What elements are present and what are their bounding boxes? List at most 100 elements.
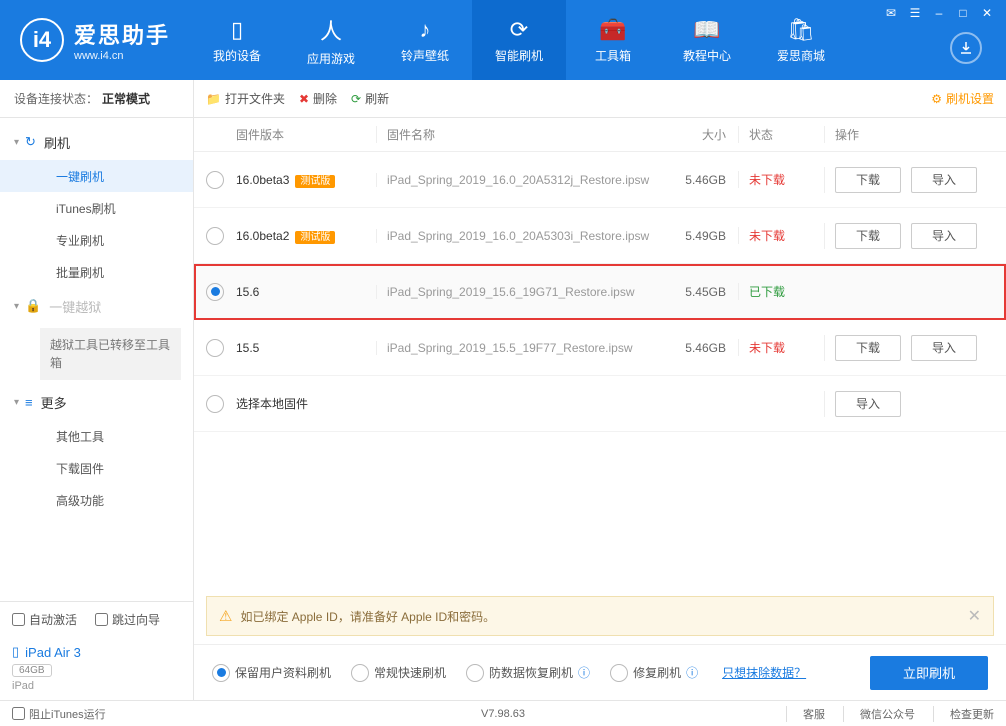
sidebar-cat-flash[interactable]: ▾ ↻ 刷机 [0, 124, 193, 160]
row-radio[interactable] [206, 283, 224, 301]
skip-guide-checkbox[interactable]: 跳过向导 [95, 611, 160, 628]
notice-close-icon[interactable]: ✕ [968, 606, 981, 626]
download-manager-icon[interactable] [950, 32, 982, 64]
th-version: 固件版本 [236, 126, 376, 143]
table-row[interactable]: 选择本地固件 导入 [194, 376, 1006, 432]
firmware-state: 未下载 [738, 171, 824, 188]
firmware-size: 5.49GB [660, 229, 738, 243]
minimize-icon[interactable]: – [928, 4, 950, 22]
nav-my-device[interactable]: ▯我的设备 [190, 0, 284, 80]
open-folder-button[interactable]: 📁打开文件夹 [206, 90, 285, 107]
table-header: 固件版本 固件名称 大小 状态 操作 [194, 118, 1006, 152]
block-itunes-checkbox[interactable]: 阻止iTunes运行 [12, 706, 106, 722]
feedback-icon[interactable]: ✉ [880, 4, 902, 22]
close-icon[interactable]: ✕ [976, 4, 998, 22]
firmware-size: 5.46GB [660, 341, 738, 355]
opt-keep-data[interactable]: 保留用户资料刷机 [212, 664, 331, 682]
firmware-version: 15.6 [236, 285, 259, 299]
import-button[interactable]: 导入 [911, 335, 977, 361]
import-button[interactable]: 导入 [911, 223, 977, 249]
download-button[interactable]: 下载 [835, 335, 901, 361]
firmware-state: 未下载 [738, 339, 824, 356]
refresh-button[interactable]: ⟳刷新 [351, 90, 389, 107]
erase-only-link[interactable]: 只想抹除数据？ [722, 664, 806, 681]
nav-ringtones[interactable]: ♪铃声壁纸 [378, 0, 472, 80]
table-row[interactable]: 15.6 iPad_Spring_2019_15.6_19G71_Restore… [194, 264, 1006, 320]
nav-flash[interactable]: ⟳智能刷机 [472, 0, 566, 80]
nav-tutorials[interactable]: 📖教程中心 [660, 0, 754, 80]
start-flash-button[interactable]: 立即刷机 [870, 656, 988, 690]
app-url: www.i4.cn [74, 50, 170, 62]
sidebar-item-other[interactable]: 其他工具 [0, 420, 193, 452]
chevron-down-icon: ▾ [14, 397, 19, 408]
sidebar-cat-more[interactable]: ▾ ≡ 更多 [0, 384, 193, 420]
flash-settings-button[interactable]: ⚙刷机设置 [931, 90, 994, 107]
delete-icon: ✖ [299, 92, 309, 106]
device-info[interactable]: ▯ iPad Air 3 64GB iPad [0, 636, 193, 700]
table-row[interactable]: 16.0beta2测试版 iPad_Spring_2019_16.0_20A53… [194, 208, 1006, 264]
row-radio[interactable] [206, 339, 224, 357]
phone-icon: ▯ [231, 17, 243, 43]
firmware-version: 15.5 [236, 341, 259, 355]
import-button[interactable]: 导入 [911, 167, 977, 193]
music-icon: ♪ [420, 17, 431, 43]
firmware-state: 已下载 [738, 283, 824, 300]
firmware-filename: iPad_Spring_2019_15.6_19G71_Restore.ipsw [376, 285, 660, 299]
warning-icon: ⚠ [219, 607, 232, 625]
row-radio[interactable] [206, 395, 224, 413]
sidebar-item-itunes[interactable]: iTunes刷机 [0, 192, 193, 224]
firmware-version: 16.0beta3 [236, 173, 289, 187]
row-radio[interactable] [206, 227, 224, 245]
flash-icon: ↻ [25, 134, 36, 150]
footer-support[interactable]: 客服 [786, 706, 825, 722]
firmware-version: 选择本地固件 [236, 397, 308, 411]
footer-update[interactable]: 检查更新 [933, 706, 994, 722]
toolbar: 📁打开文件夹 ✖删除 ⟳刷新 ⚙刷机设置 [194, 80, 1006, 118]
more-icon: ≡ [25, 395, 33, 410]
nav-apps[interactable]: 人应用游戏 [284, 0, 378, 80]
flash-options-bar: 保留用户资料刷机 常规快速刷机 防数据恢复刷机ⓘ 修复刷机ⓘ 只想抹除数据？ 立… [194, 644, 1006, 700]
auto-activate-checkbox[interactable]: 自动激活 [12, 611, 77, 628]
sidebar-item-batch[interactable]: 批量刷机 [0, 256, 193, 288]
appleid-notice: ⚠ 如已绑定 Apple ID，请准备好 Apple ID和密码。 ✕ [206, 596, 994, 636]
beta-tag: 测试版 [295, 175, 335, 188]
download-button[interactable]: 下载 [835, 167, 901, 193]
help-icon[interactable]: ⓘ [686, 664, 698, 681]
import-button[interactable]: 导入 [835, 391, 901, 417]
row-radio[interactable] [206, 171, 224, 189]
bag-icon: 🛍 [787, 17, 815, 43]
table-row[interactable]: 16.0beta3测试版 iPad_Spring_2019_16.0_20A53… [194, 152, 1006, 208]
toolbox-icon: 🧰 [599, 17, 626, 43]
th-name: 固件名称 [376, 126, 660, 143]
menu-icon[interactable]: ☰ [904, 4, 926, 22]
logo-area: i4 爱思助手 www.i4.cn [0, 0, 190, 80]
opt-anti-recover[interactable]: 防数据恢复刷机ⓘ [466, 664, 590, 682]
sidebar-item-pro[interactable]: 专业刷机 [0, 224, 193, 256]
delete-button[interactable]: ✖删除 [299, 90, 337, 107]
chevron-down-icon: ▾ [14, 137, 19, 148]
maximize-icon[interactable]: □ [952, 4, 974, 22]
download-button[interactable]: 下载 [835, 223, 901, 249]
sidebar-cat-jailbreak: ▾ 🔒 一键越狱 [0, 288, 193, 324]
firmware-size: 5.46GB [660, 173, 738, 187]
sidebar-item-advanced[interactable]: 高级功能 [0, 484, 193, 516]
th-size: 大小 [660, 126, 738, 143]
titlebar: i4 爱思助手 www.i4.cn ▯我的设备 人应用游戏 ♪铃声壁纸 ⟳智能刷… [0, 0, 1006, 80]
gear-icon: ⚙ [931, 92, 942, 106]
table-row[interactable]: 15.5 iPad_Spring_2019_15.5_19F77_Restore… [194, 320, 1006, 376]
opt-repair[interactable]: 修复刷机ⓘ [610, 664, 698, 682]
jailbreak-note: 越狱工具已转移至工具箱 [40, 328, 181, 380]
footer-wechat[interactable]: 微信公众号 [843, 706, 915, 722]
window-controls: ✉ ☰ – □ ✕ [880, 4, 998, 22]
book-icon: 📖 [693, 17, 720, 43]
nav-toolbox[interactable]: 🧰工具箱 [566, 0, 660, 80]
help-icon[interactable]: ⓘ [578, 664, 590, 681]
lock-icon: 🔒 [25, 298, 41, 314]
sidebar-item-oneclick[interactable]: 一键刷机 [0, 160, 193, 192]
nav-store[interactable]: 🛍爱思商城 [754, 0, 848, 80]
refresh-icon: ⟳ [510, 17, 528, 43]
apps-icon: 人 [320, 14, 342, 46]
sidebar-item-download[interactable]: 下载固件 [0, 452, 193, 484]
opt-fast[interactable]: 常规快速刷机 [351, 664, 446, 682]
device-type: iPad [12, 680, 181, 692]
